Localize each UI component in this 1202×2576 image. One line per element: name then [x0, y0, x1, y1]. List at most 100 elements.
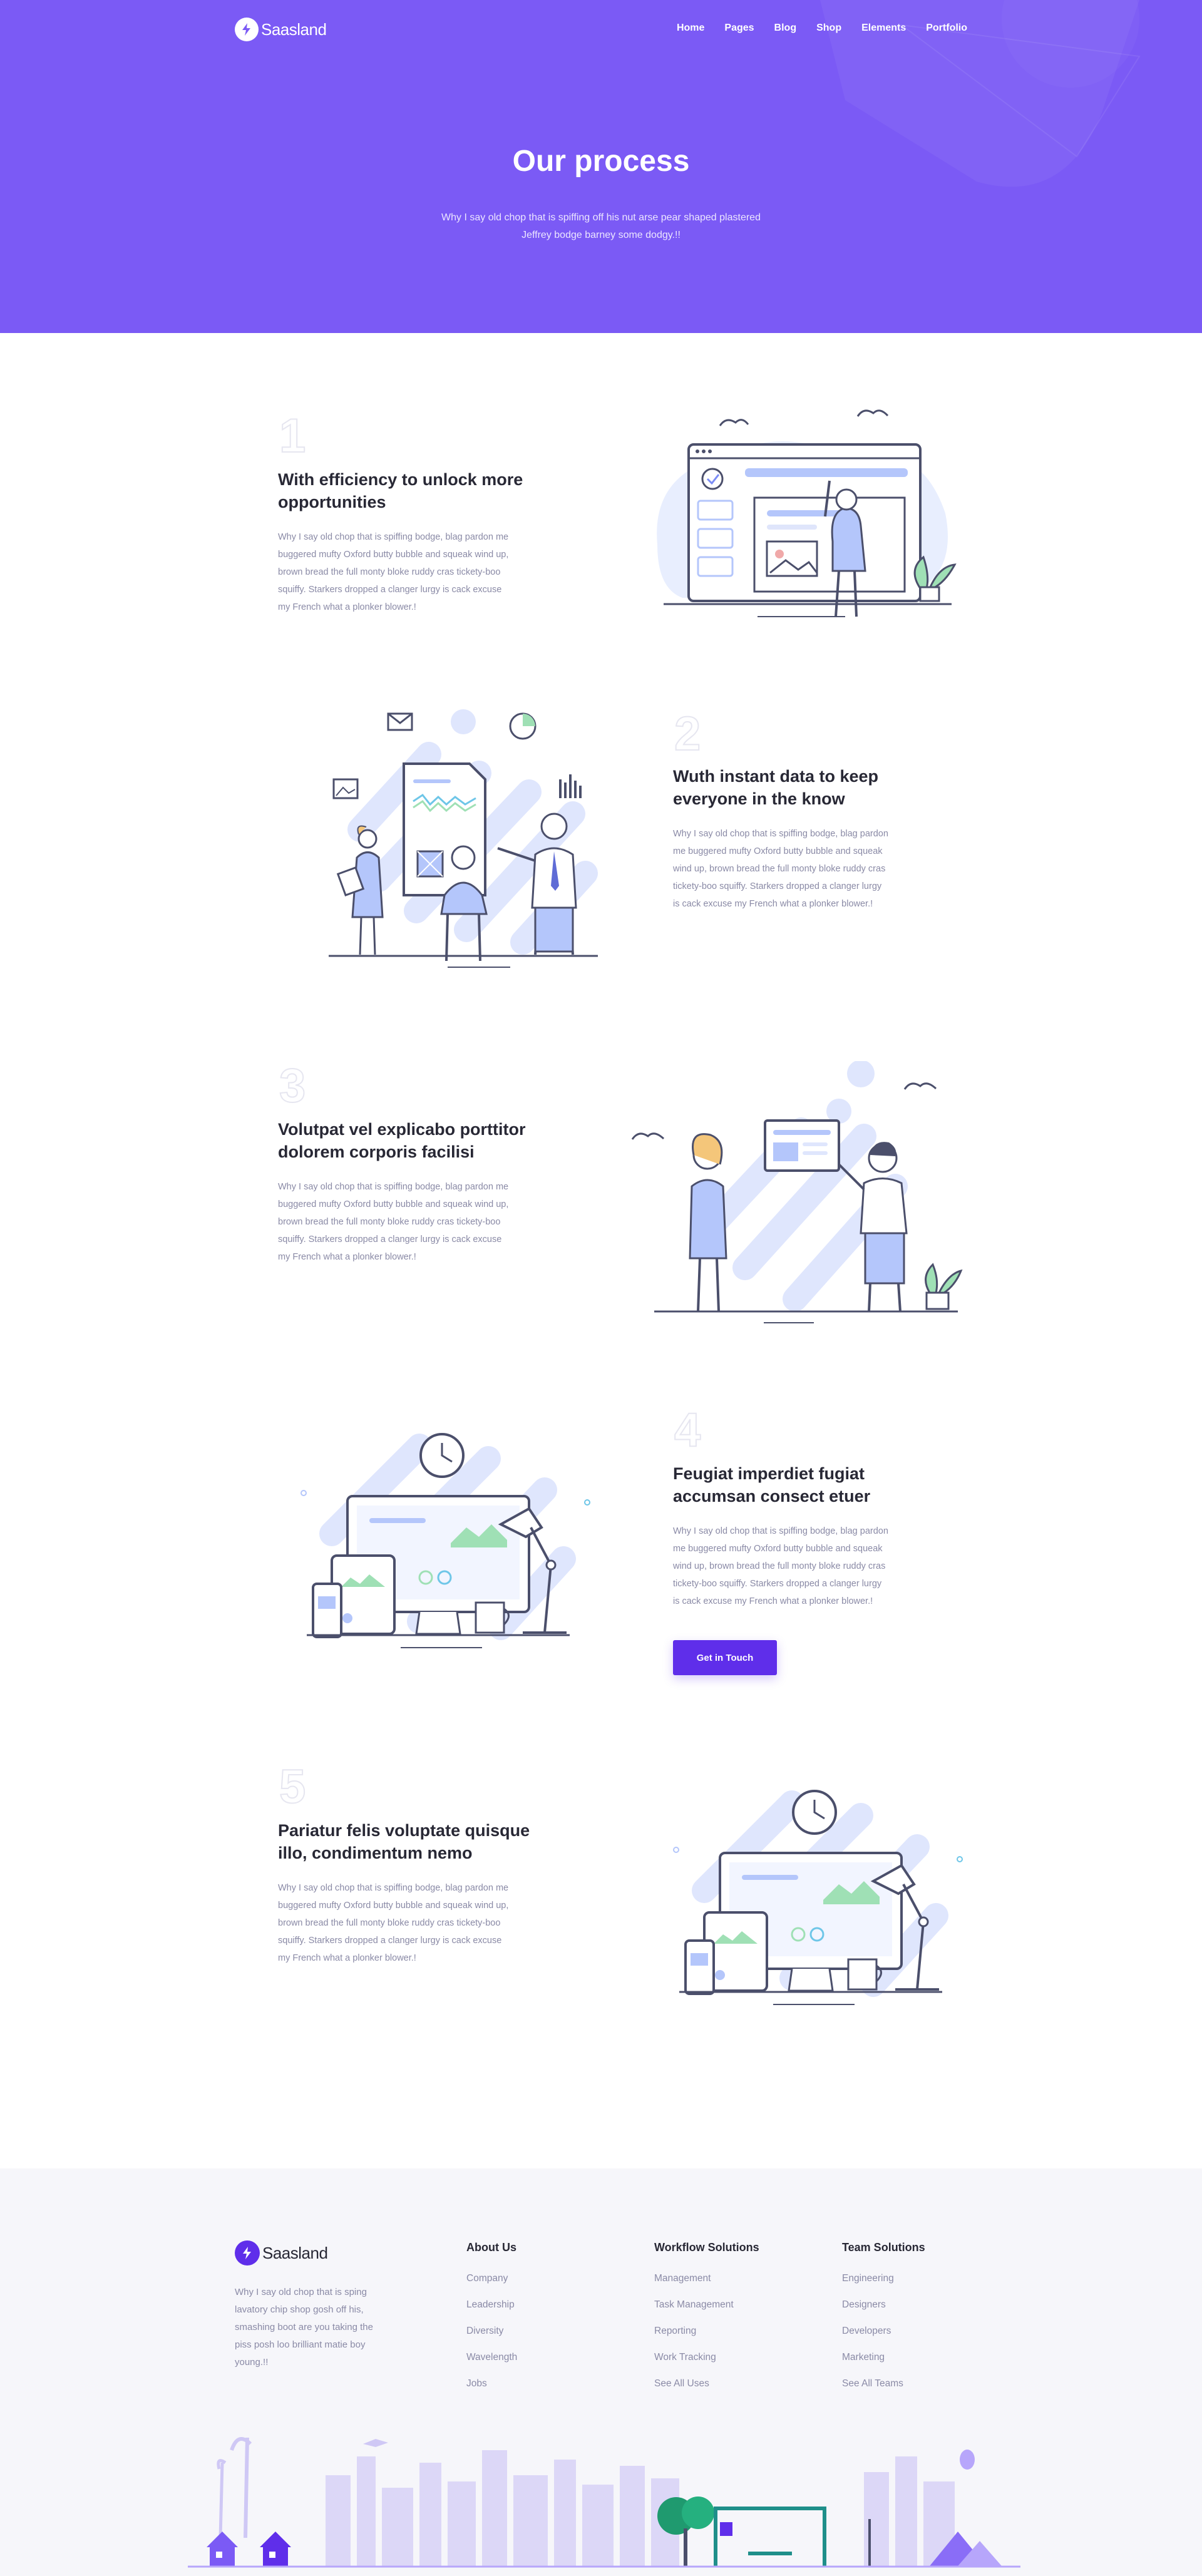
text-line: me buggered mufty Oxford butty bubble an…: [673, 846, 883, 856]
footer-column-about-us: About Us Company Leadership Diversity Wa…: [466, 2241, 517, 2404]
step-description: Why I say old chop that is spiffing bodg…: [278, 528, 550, 616]
step-title-line: Pariatur felis voluptate quisque: [278, 1821, 530, 1840]
footer-link[interactable]: Company: [466, 2273, 517, 2299]
page-title: Our process: [512, 145, 690, 178]
text-line: Why I say old chop that is spiffing bodg…: [278, 532, 509, 542]
text-line: Why I say old chop that is spiffing bodg…: [673, 1526, 888, 1536]
get-in-touch-button[interactable]: Get in Touch: [673, 1640, 777, 1675]
step-number-3: 3: [279, 1059, 306, 1107]
footer-link[interactable]: Marketing: [842, 2352, 925, 2378]
footer-link[interactable]: Work Tracking: [654, 2352, 759, 2378]
presentation-illustration: [631, 1061, 963, 1323]
step-title: With efficiency to unlock more opportuni…: [278, 468, 553, 513]
text-line: brown bread the full monty bloke ruddy c…: [278, 1217, 501, 1227]
nav-item-portfolio[interactable]: Portfolio: [926, 23, 967, 34]
step-title-line: Volutpat vel explicabo porttitor: [278, 1120, 526, 1139]
step-title: Wuth instant data to keep everyone in th…: [673, 765, 948, 810]
devices-illustration-2: [673, 1790, 963, 2005]
footer-link[interactable]: See All Teams: [842, 2378, 925, 2404]
footer-link[interactable]: Jobs: [466, 2378, 517, 2404]
svg-text:5: 5: [279, 1760, 306, 1808]
footer-link[interactable]: Reporting: [654, 2326, 759, 2352]
footer-column-title: Workflow Solutions: [654, 2241, 759, 2254]
brand-name: Saasland: [261, 19, 327, 39]
dashboard-illustration: [657, 409, 957, 617]
lightning-bolt-icon: [235, 18, 259, 41]
step-title-line: accumsan consect etuer: [673, 1487, 871, 1506]
text-line: Why I say old chop that is spiffing bodg…: [278, 1182, 509, 1192]
step-description: Why I say old chop that is spiffing bodg…: [278, 1879, 550, 1967]
footer-link[interactable]: Engineering: [842, 2273, 925, 2299]
text-line: my French what a plonker blower.!: [278, 1953, 416, 1963]
footer-link[interactable]: Leadership: [466, 2299, 517, 2326]
footer-link[interactable]: See All Uses: [654, 2378, 759, 2404]
step-number-1: 1: [279, 409, 306, 457]
step-title: Feugiat imperdiet fugiat accumsan consec…: [673, 1462, 948, 1507]
svg-text:4: 4: [674, 1403, 701, 1451]
text-line: wind up, brown bread the full monty blok…: [673, 864, 886, 874]
footer-column-title: Team Solutions: [842, 2241, 925, 2254]
team-data-illustration: [329, 709, 598, 968]
step-title: Volutpat vel explicabo porttitor dolorem…: [278, 1118, 553, 1163]
text-line: buggered mufty Oxford butty bubble and s…: [278, 1199, 509, 1209]
footer-link[interactable]: Wavelength: [466, 2352, 517, 2378]
main-navigation: Saasland Home Pages Blog Shop Elements P…: [235, 14, 967, 44]
devices-illustration: [300, 1433, 590, 1648]
brand-name: Saasland: [262, 2243, 328, 2262]
text-line: me buggered mufty Oxford butty bubble an…: [673, 1544, 883, 1554]
site-footer: Saasland Why I say old chop that is spin…: [0, 2168, 1202, 2576]
text-line: Why I say old chop that is spiffing bodg…: [673, 829, 888, 839]
text-line: Why I say old chop that is sping: [235, 2287, 367, 2297]
footer-link[interactable]: Designers: [842, 2299, 925, 2326]
text-line: my French what a plonker blower.!: [278, 1252, 416, 1262]
step-title-line: dolorem corporis facilisi: [278, 1142, 475, 1161]
text-line: brown bread the full monty bloke ruddy c…: [278, 567, 501, 577]
nav-item-blog[interactable]: Blog: [774, 23, 797, 34]
step-number-4: 4: [674, 1403, 701, 1451]
nav-item-shop[interactable]: Shop: [816, 23, 841, 34]
step-title-line: Feugiat imperdiet fugiat: [673, 1464, 865, 1483]
footer-link[interactable]: Task Management: [654, 2299, 759, 2326]
svg-text:2: 2: [674, 707, 701, 755]
lightning-bolt-icon: [235, 2240, 260, 2266]
footer-column-team-solutions: Team Solutions Engineering Designers Dev…: [842, 2241, 925, 2404]
text-line: brown bread the full monty bloke ruddy c…: [278, 1918, 501, 1928]
text-line: Why I say old chop that is spiffing bodg…: [278, 1883, 509, 1893]
text-line: smashing boot are you taking the: [235, 2322, 373, 2332]
step-title-line: Wuth instant data to keep: [673, 767, 879, 786]
text-line: buggered mufty Oxford butty bubble and s…: [278, 550, 509, 560]
footer-link[interactable]: Developers: [842, 2326, 925, 2352]
footer-link[interactable]: Diversity: [466, 2326, 517, 2352]
text-line: wind up, brown bread the full monty blok…: [673, 1561, 886, 1571]
text-line: squiffy. Starkers dropped a clanger lurg…: [278, 1936, 502, 1946]
page-subtitle: Why I say old chop that is spiffing off …: [413, 209, 789, 244]
svg-text:3: 3: [279, 1059, 306, 1107]
brand-logo[interactable]: Saasland: [235, 17, 327, 42]
step-description: Why I say old chop that is spiffing bodg…: [673, 1522, 945, 1610]
step-description: Why I say old chop that is spiffing bodg…: [278, 1178, 550, 1266]
text-line: buggered mufty Oxford butty bubble and s…: [278, 1901, 509, 1911]
step-number-5: 5: [279, 1760, 306, 1808]
step-title-line: opportunities: [278, 493, 386, 511]
step-title-line: With efficiency to unlock more: [278, 470, 523, 489]
text-line: squiffy. Starkers dropped a clanger lurg…: [278, 1234, 502, 1244]
step-description: Why I say old chop that is spiffing bodg…: [673, 825, 945, 913]
footer-about-text: Why I say old chop that is sping lavator…: [235, 2284, 416, 2371]
subtitle-line: Why I say old chop that is spiffing off …: [441, 212, 761, 223]
nav-menu: Home Pages Blog Shop Elements Portfolio: [677, 23, 967, 34]
step-number-2: 2: [674, 707, 701, 755]
text-line: young.!!: [235, 2357, 269, 2368]
text-line: is cack excuse my French what a plonker …: [673, 899, 873, 909]
footer-column-workflow-solutions: Workflow Solutions Management Task Manag…: [654, 2241, 759, 2404]
nav-item-home[interactable]: Home: [677, 23, 704, 34]
footer-brand-logo[interactable]: Saasland: [235, 2240, 328, 2266]
nav-item-elements[interactable]: Elements: [861, 23, 906, 34]
subtitle-line: Jeffrey bodge barney some dodgy.!!: [521, 230, 681, 240]
nav-item-pages[interactable]: Pages: [724, 23, 754, 34]
step-title-line: everyone in the know: [673, 789, 845, 808]
footer-link[interactable]: Management: [654, 2273, 759, 2299]
svg-text:1: 1: [279, 409, 306, 457]
step-title-line: illo, condimentum nemo: [278, 1844, 473, 1862]
hero-header: Saasland Home Pages Blog Shop Elements P…: [0, 0, 1202, 333]
text-line: my French what a plonker blower.!: [278, 602, 416, 612]
